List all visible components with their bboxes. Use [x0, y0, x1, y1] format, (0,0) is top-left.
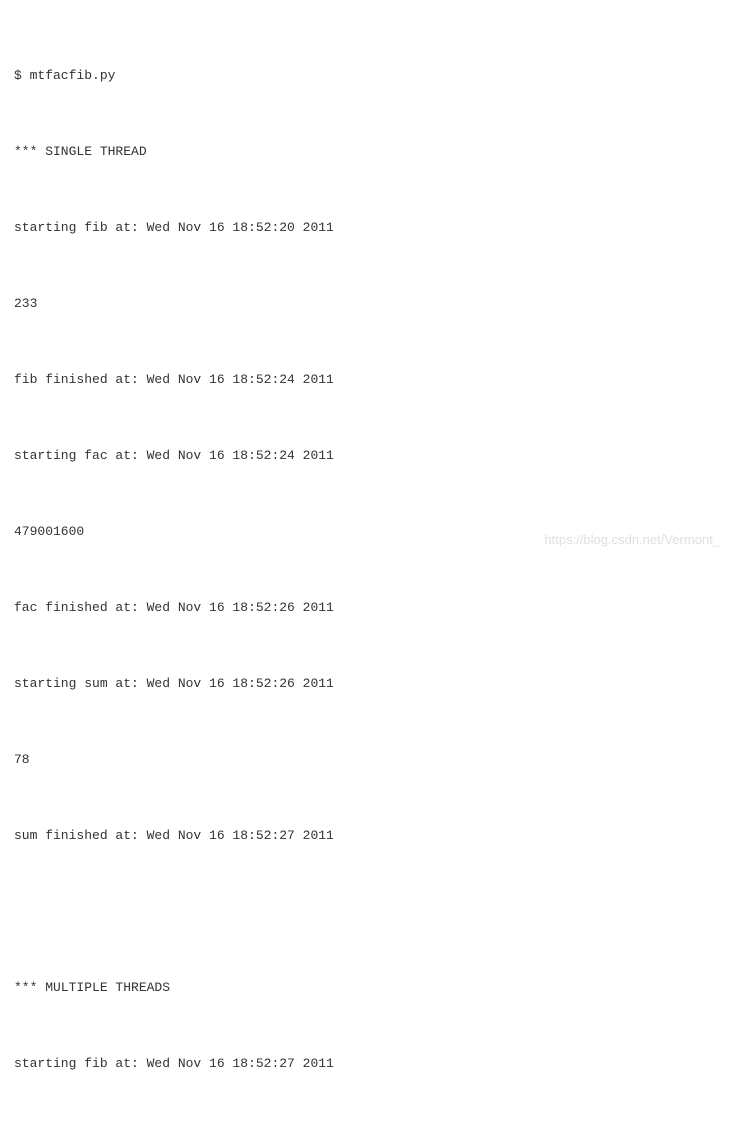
terminal-line: $ mtfacfib.py: [14, 63, 722, 88]
terminal-line: *** SINGLE THREAD: [14, 139, 722, 164]
terminal-line: *** MULTIPLE THREADS: [14, 975, 722, 1000]
terminal-line: starting fib at: Wed Nov 16 18:52:20 201…: [14, 215, 722, 240]
terminal-line: 78: [14, 747, 722, 772]
terminal-line: [14, 899, 722, 924]
terminal-line: 479001600: [14, 519, 722, 544]
terminal-line: starting sum at: Wed Nov 16 18:52:26 201…: [14, 671, 722, 696]
terminal-line: 233: [14, 291, 722, 316]
terminal-line: fac finished at: Wed Nov 16 18:52:26 201…: [14, 595, 722, 620]
terminal-line: fib finished at: Wed Nov 16 18:52:24 201…: [14, 367, 722, 392]
terminal-line: sum finished at: Wed Nov 16 18:52:27 201…: [14, 823, 722, 848]
terminal-line: starting fac at: Wed Nov 16 18:52:24 201…: [14, 443, 722, 468]
terminal-line: starting fib at: Wed Nov 16 18:52:27 201…: [14, 1051, 722, 1076]
terminal-output: $ mtfacfib.py *** SINGLE THREAD starting…: [14, 12, 722, 1124]
